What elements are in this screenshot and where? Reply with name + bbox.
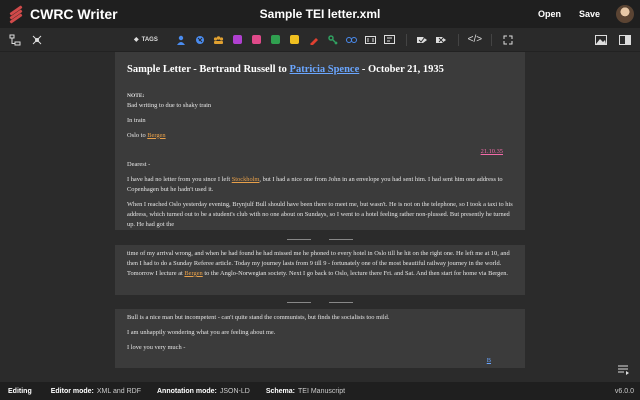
remove-tag-icon[interactable] (436, 34, 448, 46)
toolbar-separator (490, 33, 492, 46)
toolbar: ◆ TAGS </> (0, 28, 640, 52)
organization-icon[interactable] (213, 34, 225, 46)
document-page[interactable]: Sample Letter - Bertrand Russell to Patr… (115, 52, 525, 230)
mode-label: Editing (8, 387, 32, 395)
place-icon[interactable] (194, 34, 206, 46)
top-bar: CWRC Writer Sample TEI letter.xml Open S… (0, 0, 640, 28)
correction-icon[interactable] (308, 34, 320, 46)
place-entity[interactable]: Stockholm (232, 176, 260, 183)
open-button[interactable]: Open (532, 5, 567, 23)
text-line: Oslo to Bergen (127, 131, 166, 139)
brand: CWRC Writer (8, 5, 208, 24)
citation-icon[interactable] (270, 34, 282, 46)
toolbar-separator (457, 33, 459, 46)
link-icon[interactable] (346, 34, 358, 46)
cwrc-logo-icon (8, 5, 24, 24)
paragraph: Bull is a nice man but incompetent - can… (127, 314, 390, 321)
document-page[interactable]: Bull is a nice man but incompetent - can… (115, 309, 525, 368)
person-icon[interactable] (175, 34, 187, 46)
signature-entity[interactable]: B (487, 357, 491, 364)
page-break (115, 298, 525, 306)
translate-icon[interactable] (365, 34, 377, 46)
keyword-icon[interactable] (327, 34, 339, 46)
place-entity[interactable]: Bergen (147, 132, 165, 139)
document-page[interactable]: time of my arrival wrong, and when he ha… (115, 245, 525, 295)
paragraph: I have had no letter from you since I le… (127, 176, 503, 194)
paragraph: I am unhappily wondering what you are fe… (127, 328, 276, 336)
app-title: CWRC Writer (30, 6, 118, 22)
schema-value: TEI Manuscript (298, 387, 346, 395)
document-heading: Sample Letter - Bertrand Russell to Patr… (127, 64, 444, 75)
date-icon[interactable] (251, 34, 263, 46)
user-avatar[interactable] (616, 5, 634, 23)
paragraph: I love you very much - (127, 343, 186, 351)
list-icon[interactable] (618, 365, 630, 378)
code-icon[interactable]: </> (468, 34, 482, 46)
salutation: Dearest - (127, 161, 151, 169)
structure-tree-icon[interactable] (9, 34, 21, 46)
status-bar: Editing Editor mode: XML and RDF Annotati… (0, 382, 640, 400)
toolbar-separator (405, 33, 407, 46)
entities-icon[interactable] (31, 34, 43, 46)
editor-mode-value: XML and RDF (96, 387, 141, 395)
tag-icon[interactable] (384, 34, 396, 46)
version-label: v6.0.0 (614, 387, 634, 395)
paragraph: time of my arrival wrong, and when he ha… (127, 250, 510, 277)
person-entity[interactable]: Patricia Spence (290, 64, 360, 75)
note-label: NOTE: (127, 93, 145, 100)
tags-button[interactable]: ◆ TAGS (134, 36, 158, 44)
date-entity[interactable]: 21.10.35 (481, 148, 503, 155)
note-icon[interactable] (289, 34, 301, 46)
title-icon[interactable] (232, 34, 244, 46)
page-break (115, 235, 525, 243)
note-text: Bad writing to due to shaky train (127, 101, 212, 109)
layout-icon[interactable] (619, 34, 631, 46)
tag-icon: ◆ (134, 37, 139, 43)
save-button[interactable]: Save (573, 5, 606, 23)
text-line: In train (127, 116, 146, 124)
annotation-mode-value: JSON-LD (219, 387, 250, 395)
editor-area[interactable]: Sample Letter - Bertrand Russell to Patr… (115, 52, 525, 382)
paragraph: When I reached Oslo yesterday evening, B… (127, 201, 513, 229)
fullscreen-icon[interactable] (502, 34, 514, 46)
place-entity[interactable]: Bergen (184, 270, 202, 277)
image-viewer-icon[interactable] (595, 34, 607, 46)
accept-tag-icon[interactable] (417, 34, 429, 46)
